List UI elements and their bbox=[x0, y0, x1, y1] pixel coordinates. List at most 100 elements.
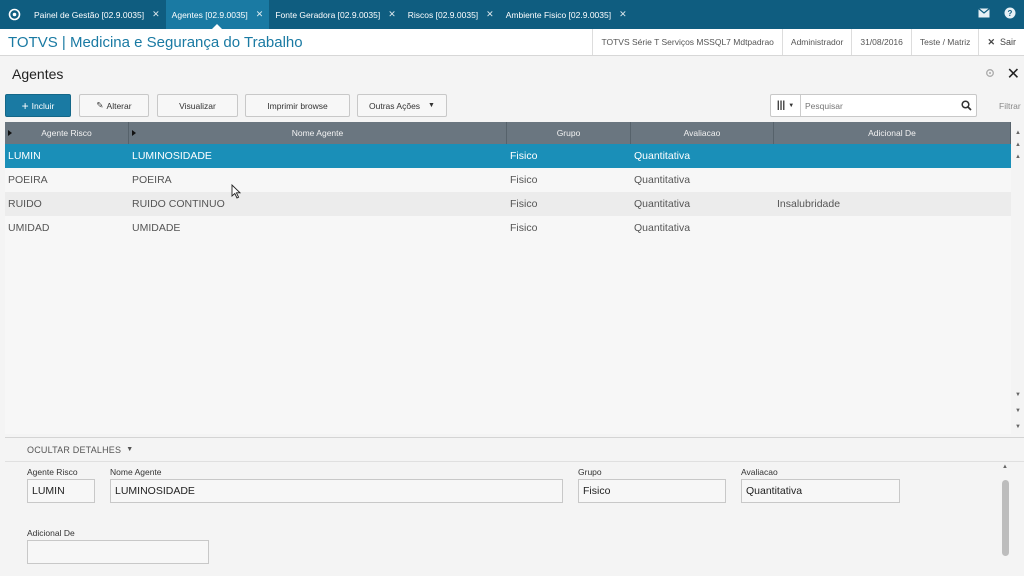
top-tab-bar: Painel de Gestão [02.9.0035] ✕ Agentes [0… bbox=[0, 0, 1024, 29]
close-icon[interactable]: ✕ bbox=[256, 9, 264, 20]
date-label[interactable]: 31/08/2016 bbox=[851, 29, 911, 55]
avaliacao-field: Avaliacao Quantitativa bbox=[741, 467, 900, 503]
close-icon[interactable]: ✕ bbox=[388, 9, 396, 20]
grupo-field: Grupo Fisico bbox=[578, 467, 726, 503]
scroll-thumb[interactable] bbox=[1002, 480, 1009, 556]
incluir-button[interactable]: + Incluir bbox=[5, 94, 71, 117]
columns-icon: ||| bbox=[776, 100, 786, 111]
cell-adicional-de: Insalubridade bbox=[777, 198, 841, 210]
outras-label: Outras Ações bbox=[369, 100, 421, 111]
cell-nome-agente: RUIDO CONTINUO bbox=[132, 198, 225, 210]
mouse-cursor-icon bbox=[231, 184, 241, 199]
col-avaliacao[interactable]: Avaliacao bbox=[631, 122, 774, 144]
environment-label[interactable]: TOTVS Série T Serviços MSSQL7 Mdtpadrao bbox=[592, 29, 781, 55]
tab-painel-gestao[interactable]: Painel de Gestão [02.9.0035] ✕ bbox=[28, 0, 166, 29]
close-icon: ✕ bbox=[987, 36, 995, 47]
branch-label[interactable]: Teste / Matriz bbox=[910, 29, 979, 55]
page-title: Agentes bbox=[12, 66, 64, 82]
details-panel: OCULTAR DETALHES ▼ Agente Risco LUMIN No… bbox=[5, 437, 1024, 576]
sort-icon bbox=[8, 130, 12, 136]
toolbar: + Incluir ✎ Alterar Visualizar Imprimir … bbox=[0, 93, 1024, 119]
cell-avaliacao: Quantitativa bbox=[634, 150, 691, 162]
col-label: Nome Agente bbox=[291, 128, 344, 138]
col-agente-risco[interactable]: Agente Risco bbox=[5, 122, 129, 144]
field-label: Nome Agente bbox=[110, 467, 162, 477]
chevron-down-icon: ▼ bbox=[126, 446, 134, 453]
close-page-icon[interactable]: ✕ bbox=[1007, 64, 1020, 84]
table-row[interactable]: LUMIN LUMINOSIDADE Fisico Quantitativa bbox=[5, 144, 1011, 168]
close-icon[interactable]: ✕ bbox=[619, 9, 627, 20]
column-select[interactable]: ||| ▼ bbox=[771, 95, 801, 116]
scroll-down-icon[interactable]: ▼ bbox=[1015, 408, 1021, 414]
grid-scrollbar[interactable]: ▲ ▲ ▲ ▼ ▼ ▼ bbox=[1012, 122, 1024, 434]
cell-grupo: Fisico bbox=[510, 222, 538, 234]
alterar-label: Alterar bbox=[106, 100, 132, 111]
alterar-button[interactable]: ✎ Alterar bbox=[79, 94, 149, 117]
search-input[interactable] bbox=[801, 100, 956, 111]
col-label: Adicional De bbox=[868, 128, 916, 138]
col-adicional-de[interactable]: Adicional De bbox=[774, 122, 1011, 144]
field-label: Avaliacao bbox=[741, 467, 778, 477]
table-row[interactable]: RUIDO RUIDO CONTINUO Fisico Quantitativa… bbox=[5, 192, 1011, 216]
toggle-details-button[interactable]: OCULTAR DETALHES ▼ bbox=[5, 438, 1024, 462]
nome-agente-input[interactable]: LUMINOSIDADE bbox=[110, 479, 563, 503]
scroll-top-icon[interactable]: ▲ bbox=[1015, 130, 1021, 136]
col-label: Agente Risco bbox=[41, 128, 92, 138]
close-icon[interactable]: ✕ bbox=[486, 9, 494, 20]
visualizar-label: Visualizar bbox=[179, 100, 216, 111]
topbar-actions: ? bbox=[978, 0, 1024, 29]
adicional-de-input[interactable] bbox=[27, 540, 209, 564]
imprimir-browse-button[interactable]: Imprimir browse bbox=[245, 94, 350, 117]
table-row[interactable]: UMIDAD UMIDADE Fisico Quantitativa bbox=[5, 216, 1011, 240]
app-title: TOTVS | Medicina e Segurança do Trabalho bbox=[8, 33, 303, 51]
incluir-label: Incluir bbox=[31, 100, 55, 111]
scroll-bottom-icon[interactable]: ▼ bbox=[1015, 424, 1021, 430]
mail-icon[interactable] bbox=[978, 8, 990, 21]
tab-agentes[interactable]: Agentes [02.9.0035] ✕ bbox=[165, 0, 270, 29]
tab-label: Fonte Geradora [02.9.0035] bbox=[275, 9, 381, 20]
user-label[interactable]: Administrador bbox=[781, 29, 851, 55]
scroll-up-icon[interactable]: ▲ bbox=[1015, 142, 1021, 148]
tab-label: Riscos [02.9.0035] bbox=[407, 9, 479, 20]
agente-risco-input[interactable]: LUMIN bbox=[27, 479, 95, 503]
col-grupo[interactable]: Grupo bbox=[507, 122, 631, 144]
cell-grupo: Fisico bbox=[510, 174, 538, 186]
avaliacao-input[interactable]: Quantitativa bbox=[741, 479, 900, 503]
cell-agente-risco: POEIRA bbox=[8, 174, 48, 186]
scroll-up-icon[interactable]: ▲ bbox=[1015, 154, 1021, 160]
app-header: TOTVS | Medicina e Segurança do Trabalho… bbox=[0, 29, 1024, 56]
home-icon[interactable] bbox=[0, 0, 28, 29]
chevron-down-icon: ▼ bbox=[428, 102, 435, 109]
field-label: Agente Risco bbox=[27, 467, 78, 477]
col-label: Avaliacao bbox=[683, 128, 721, 138]
col-label: Grupo bbox=[556, 128, 581, 138]
filtrar-link[interactable]: Filtrar bbox=[999, 101, 1021, 111]
search-icon[interactable] bbox=[956, 100, 976, 111]
toggle-details-label: OCULTAR DETALHES bbox=[27, 444, 122, 455]
col-nome-agente[interactable]: Nome Agente bbox=[129, 122, 507, 144]
session-info: TOTVS Série T Serviços MSSQL7 Mdtpadrao … bbox=[592, 29, 1024, 55]
exit-label: Sair bbox=[999, 37, 1016, 47]
agentes-grid: Agente Risco Nome Agente Grupo Avaliacao… bbox=[5, 122, 1011, 434]
scroll-down-icon[interactable]: ▼ bbox=[1015, 392, 1021, 398]
field-label: Grupo bbox=[578, 467, 602, 477]
tab-fonte-geradora[interactable]: Fonte Geradora [02.9.0035] ✕ bbox=[269, 0, 401, 29]
tab-ambiente-fisico[interactable]: Ambiente Fisico [02.9.0035] ✕ bbox=[500, 0, 633, 29]
scroll-up-icon[interactable]: ▲ bbox=[1002, 464, 1008, 470]
visualizar-button[interactable]: Visualizar bbox=[157, 94, 238, 117]
cell-avaliacao: Quantitativa bbox=[634, 198, 691, 210]
grupo-input[interactable]: Fisico bbox=[578, 479, 726, 503]
exit-button[interactable]: ✕ Sair bbox=[978, 29, 1024, 55]
help-icon[interactable]: ? bbox=[1004, 7, 1016, 22]
pencil-icon: ✎ bbox=[96, 100, 104, 110]
search-box: ||| ▼ bbox=[770, 94, 977, 117]
table-row[interactable]: POEIRA POEIRA Fisico Quantitativa bbox=[5, 168, 1011, 192]
tab-riscos[interactable]: Riscos [02.9.0035] ✕ bbox=[402, 0, 500, 29]
grid-body: LUMIN LUMINOSIDADE Fisico Quantitativa P… bbox=[5, 144, 1011, 240]
gear-icon[interactable] bbox=[985, 68, 995, 81]
cell-nome-agente: LUMINOSIDADE bbox=[132, 150, 212, 162]
details-scrollbar[interactable]: ▲ bbox=[1001, 464, 1010, 572]
outras-acoes-button[interactable]: Outras Ações ▼ bbox=[357, 94, 447, 117]
close-icon[interactable]: ✕ bbox=[152, 9, 160, 20]
plus-icon: + bbox=[21, 98, 29, 113]
